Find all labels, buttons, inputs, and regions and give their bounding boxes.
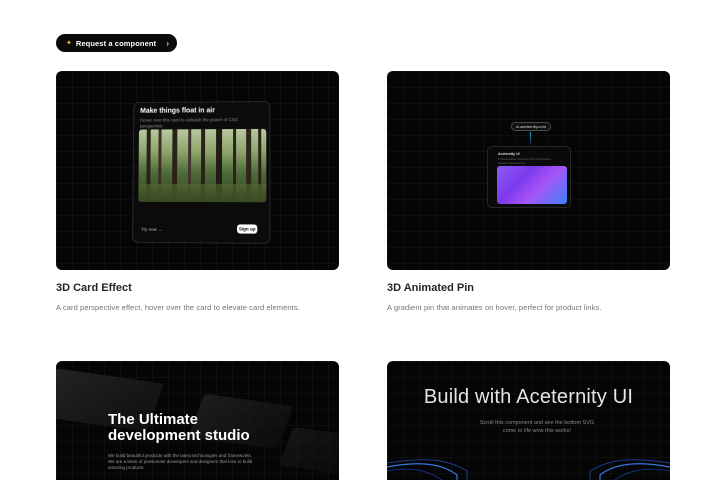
pin-card[interactable]: Aceternity UI Customizable Tailwind CSS … (487, 146, 571, 208)
request-component-button[interactable]: ✦ Request a component › (56, 34, 177, 52)
chevron-right-icon: › (166, 38, 169, 48)
studio-description: We build beautiful products with the lat… (108, 453, 253, 470)
tilted-card-subtext: Hover over this card to unleash the powe… (139, 117, 238, 129)
try-now-link[interactable]: Try now → (141, 227, 162, 232)
request-component-label: Request a component (75, 38, 157, 48)
tilted-card-heading: Make things float in air (140, 107, 216, 115)
card-description-3d-animated-pin: A gradient pin that animates on hover, p… (387, 303, 602, 312)
pin-card-subtext: Customizable Tailwind CSS and Framer Mot… (498, 157, 551, 165)
card-build-with-aceternity-preview[interactable]: Build with Aceternity UI Scroll this com… (387, 361, 670, 480)
card-title-3d-card-effect[interactable]: 3D Card Effect (56, 282, 132, 294)
sign-up-button[interactable]: Sign up (237, 224, 258, 234)
build-subtext: Scroll this component and see the bottom… (479, 420, 595, 434)
card-title-3d-animated-pin[interactable]: 3D Animated Pin (387, 282, 474, 294)
studio-heading-line2: development studio (108, 427, 250, 444)
pin-beam (530, 132, 531, 147)
build-heading: Build with Aceternity UI (423, 386, 634, 408)
studio-heading: The Ultimate development studio (108, 412, 250, 444)
sparkle-icon: ✦ (66, 40, 72, 47)
pin-card-heading: Aceternity UI (498, 152, 520, 156)
studio-screenshot-tile (279, 426, 339, 476)
card-3d-effect-preview[interactable]: Make things float in air Hover over this… (56, 71, 339, 270)
card-animated-pin-preview[interactable]: ui.aceternity.com Aceternity UI Customiz… (387, 71, 670, 270)
pin-gradient-visual (497, 166, 567, 204)
studio-heading-line1: The Ultimate (108, 411, 199, 428)
card-description-3d-card-effect: A card perspective effect, hover over th… (56, 303, 300, 312)
forest-image (138, 128, 267, 203)
pin-url-badge[interactable]: ui.aceternity.com (511, 122, 551, 131)
card-development-studio-preview[interactable]: The Ultimate development studio We build… (56, 361, 339, 480)
tilted-card[interactable]: Make things float in air Hover over this… (132, 100, 271, 244)
animated-beam-svg (387, 459, 670, 480)
